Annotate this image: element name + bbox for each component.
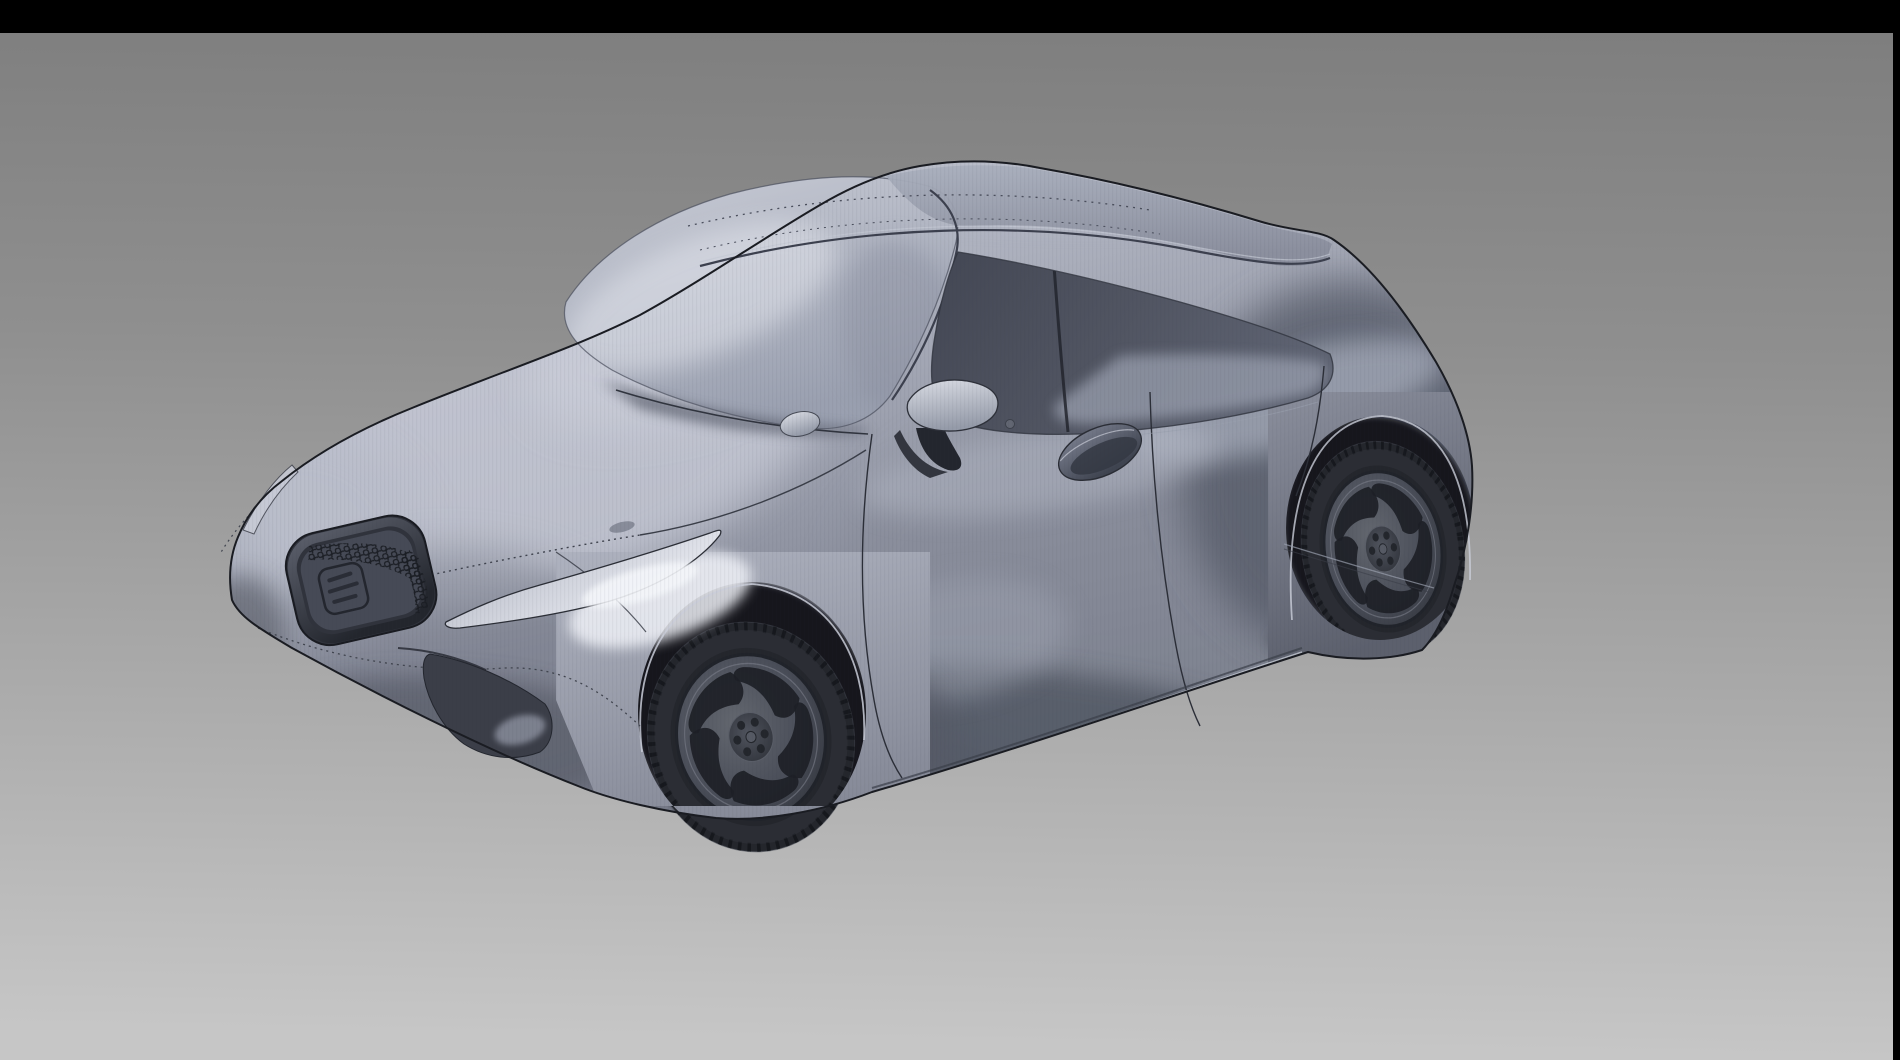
car-render	[0, 0, 1893, 1060]
render-streak-texture	[180, 130, 1500, 870]
car-model[interactable]	[180, 130, 1520, 873]
3d-viewport-canvas[interactable]	[0, 0, 1893, 1060]
right-letterbox-bar	[1893, 0, 1900, 1060]
top-letterbox-bar	[0, 0, 1900, 33]
screen	[0, 0, 1900, 1060]
